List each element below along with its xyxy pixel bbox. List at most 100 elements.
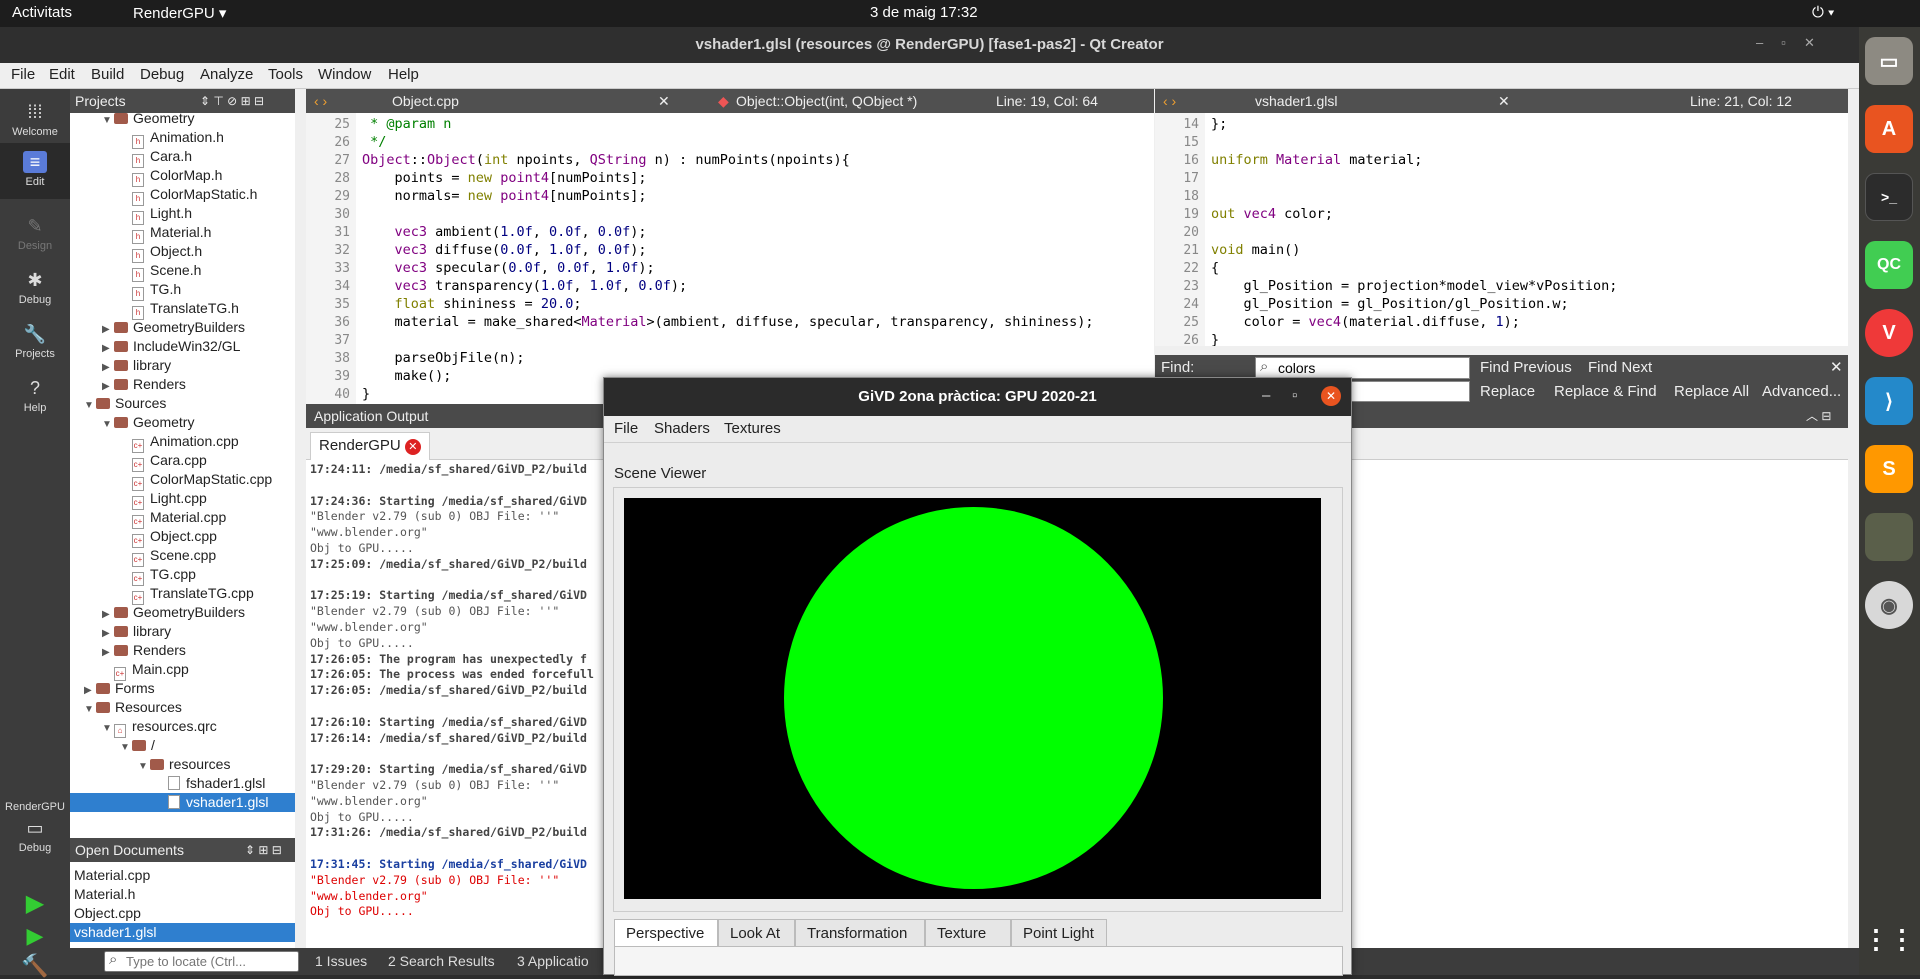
qtcreator-icon[interactable]: QC — [1865, 241, 1913, 289]
dialog-tab-perspective[interactable]: Perspective — [614, 919, 718, 947]
nav-back-icon[interactable]: ‹ › — [314, 89, 327, 113]
dialog-tab-transformation[interactable]: Transformation — [795, 919, 925, 947]
kit-selector[interactable]: RenderGPU ▭ Debug — [0, 801, 70, 854]
build-icon[interactable]: 🔨 — [0, 953, 70, 979]
replace-button[interactable]: Replace — [1480, 383, 1535, 400]
tree-file[interactable]: c+ ColorMapStatic.cpp — [70, 470, 295, 491]
find-next-button[interactable]: Find Next — [1588, 359, 1652, 376]
replace-all-button[interactable]: Replace All — [1674, 383, 1749, 400]
editor1-file[interactable]: Object.cpp — [392, 89, 459, 113]
tree-folder[interactable]: ▼ Geometry — [70, 113, 295, 128]
files-icon[interactable]: ▭ — [1865, 37, 1913, 85]
tree-folder[interactable]: ▶ GeometryBuilders — [70, 603, 295, 622]
tree-folder[interactable]: ▶ library — [70, 622, 295, 641]
system-menu-icon[interactable]: ⏻ ▾ — [1812, 4, 1834, 21]
tree-folder[interactable]: ▶ Renders — [70, 375, 295, 394]
tree-file[interactable]: h Material.h — [70, 223, 295, 244]
menu-file[interactable]: File — [11, 66, 35, 83]
close-icon-2[interactable]: ✕ — [1498, 89, 1510, 113]
tree-file[interactable]: vshader1.glsl — [70, 793, 295, 812]
image-icon[interactable] — [1865, 513, 1913, 561]
mode-projects[interactable]: 🔧 Projects — [0, 323, 70, 360]
mode-debug[interactable]: ✱ Debug — [0, 269, 70, 306]
menu-help[interactable]: Help — [388, 66, 419, 83]
nav-back-icon-2[interactable]: ‹ › — [1163, 89, 1176, 113]
open-document-item[interactable]: Object.cpp — [70, 904, 295, 923]
output-tab[interactable]: RenderGPU ✕ — [310, 432, 430, 460]
tree-file[interactable]: c+ Animation.cpp — [70, 432, 295, 453]
tree-file[interactable]: fshader1.glsl — [70, 774, 295, 793]
menu-window[interactable]: Window — [318, 66, 371, 83]
menu-tools[interactable]: Tools — [268, 66, 303, 83]
mode-welcome[interactable]: ⁞⁞⁞ Welcome — [0, 101, 70, 138]
menu-edit[interactable]: Edit — [49, 66, 75, 83]
tree-file[interactable]: h Scene.h — [70, 261, 295, 282]
advanced-button[interactable]: Advanced... — [1762, 383, 1841, 400]
close-window-icon[interactable]: ✕ — [1321, 386, 1341, 406]
menu-debug[interactable]: Debug — [140, 66, 184, 83]
tree-folder[interactable]: ▶ GeometryBuilders — [70, 318, 295, 337]
dialog-menu-textures[interactable]: Textures — [724, 420, 781, 437]
filter-icon[interactable]: ⇕ ⊤ ⊘ ⊞ ⊟ — [200, 89, 264, 113]
editor2[interactable]: 14}; 15 16 uniform Material material; 17 18 19… — [1155, 113, 1848, 346]
close-find-icon[interactable]: ✕ — [1830, 358, 1843, 376]
tree-file[interactable]: c+ TG.cpp — [70, 565, 295, 586]
find-previous-button[interactable]: Find Previous — [1480, 359, 1572, 376]
tree-folder[interactable]: ▼ Geometry — [70, 413, 295, 432]
tree-folder[interactable]: ▶ IncludeWin32/GL — [70, 337, 295, 356]
terminal-icon[interactable]: >_ — [1865, 173, 1913, 221]
replace-find-button[interactable]: Replace & Find — [1554, 383, 1657, 400]
tree-file[interactable]: h ColorMapStatic.h — [70, 185, 295, 206]
tree-file[interactable]: c+ Cara.cpp — [70, 451, 295, 472]
tree-file[interactable]: ▼ ⌂ resources.qrc — [70, 717, 295, 738]
dialog-tab-texture[interactable]: Texture — [925, 919, 1011, 947]
tree-file[interactable]: c+ Material.cpp — [70, 508, 295, 529]
tree-file[interactable]: h Light.h — [70, 204, 295, 225]
software-icon[interactable]: A — [1865, 105, 1913, 153]
scene-viewer[interactable] — [624, 498, 1321, 899]
dialog-tab-look-at[interactable]: Look At — [718, 919, 795, 947]
editor2-file[interactable]: vshader1.glsl — [1255, 89, 1338, 113]
dialog-menu-shaders[interactable]: Shaders — [654, 420, 710, 437]
output-tab-search[interactable]: 2 Search Results — [388, 953, 495, 969]
vivaldi-icon[interactable]: V — [1865, 309, 1913, 357]
tree-file[interactable]: c+ Object.cpp — [70, 527, 295, 548]
tree-folder[interactable]: ▼ Resources — [70, 698, 295, 717]
mode-design[interactable]: ✎ Design — [0, 215, 70, 252]
locator-input[interactable] — [104, 951, 299, 972]
editor1-symbol[interactable]: Object::Object(int, QObject *) — [724, 89, 917, 113]
stop-icon[interactable]: ✕ — [404, 439, 421, 455]
menu-build[interactable]: Build — [91, 66, 124, 83]
tree-folder[interactable]: ▼ / — [70, 736, 295, 755]
window-controls[interactable]: – ▫ ✕ — [1756, 35, 1815, 51]
open-document-item[interactable]: vshader1.glsl — [70, 923, 295, 942]
disc-icon[interactable]: ◉ — [1865, 581, 1913, 629]
tree-file[interactable]: h TG.h — [70, 280, 295, 301]
sublime-icon[interactable]: S — [1865, 445, 1913, 493]
tree-file[interactable]: c+ Light.cpp — [70, 489, 295, 510]
dialog-tab-point-light[interactable]: Point Light — [1011, 919, 1107, 947]
debug-run-icon[interactable]: ▶ — [0, 923, 70, 949]
output-tab-application[interactable]: 3 Applicatio — [517, 953, 589, 969]
tree-folder[interactable]: ▼ resources — [70, 755, 295, 774]
tree-file[interactable]: h ColorMap.h — [70, 166, 295, 187]
pane-controls-icon[interactable]: ⇕ ⊞ ⊟ — [245, 838, 282, 862]
tree-file[interactable]: c+ Scene.cpp — [70, 546, 295, 567]
tree-folder[interactable]: ▶ library — [70, 356, 295, 375]
tree-file[interactable]: h Object.h — [70, 242, 295, 263]
find-input[interactable] — [1255, 357, 1470, 379]
activities-button[interactable]: Activitats — [12, 4, 72, 21]
tree-folder[interactable]: ▶ Forms — [70, 679, 295, 698]
dialog-menu-file[interactable]: File — [614, 420, 638, 437]
menu-analyze[interactable]: Analyze — [200, 66, 253, 83]
minimize-icon[interactable]: – — [1262, 387, 1270, 404]
maximize-icon[interactable]: ▫ — [1292, 387, 1297, 404]
app-menu[interactable]: RenderGPU ▾ — [133, 4, 226, 22]
tree-file[interactable]: h Animation.h — [70, 128, 295, 149]
open-document-item[interactable]: Material.h — [70, 885, 295, 904]
run-icon[interactable]: ▶ — [0, 889, 70, 918]
close-icon[interactable]: ✕ — [658, 89, 670, 113]
app-grid-icon[interactable]: ⋮⋮ — [1863, 915, 1915, 963]
mode-edit[interactable]: ≡ Edit — [0, 143, 70, 199]
tree-file[interactable]: h TranslateTG.h — [70, 299, 295, 320]
